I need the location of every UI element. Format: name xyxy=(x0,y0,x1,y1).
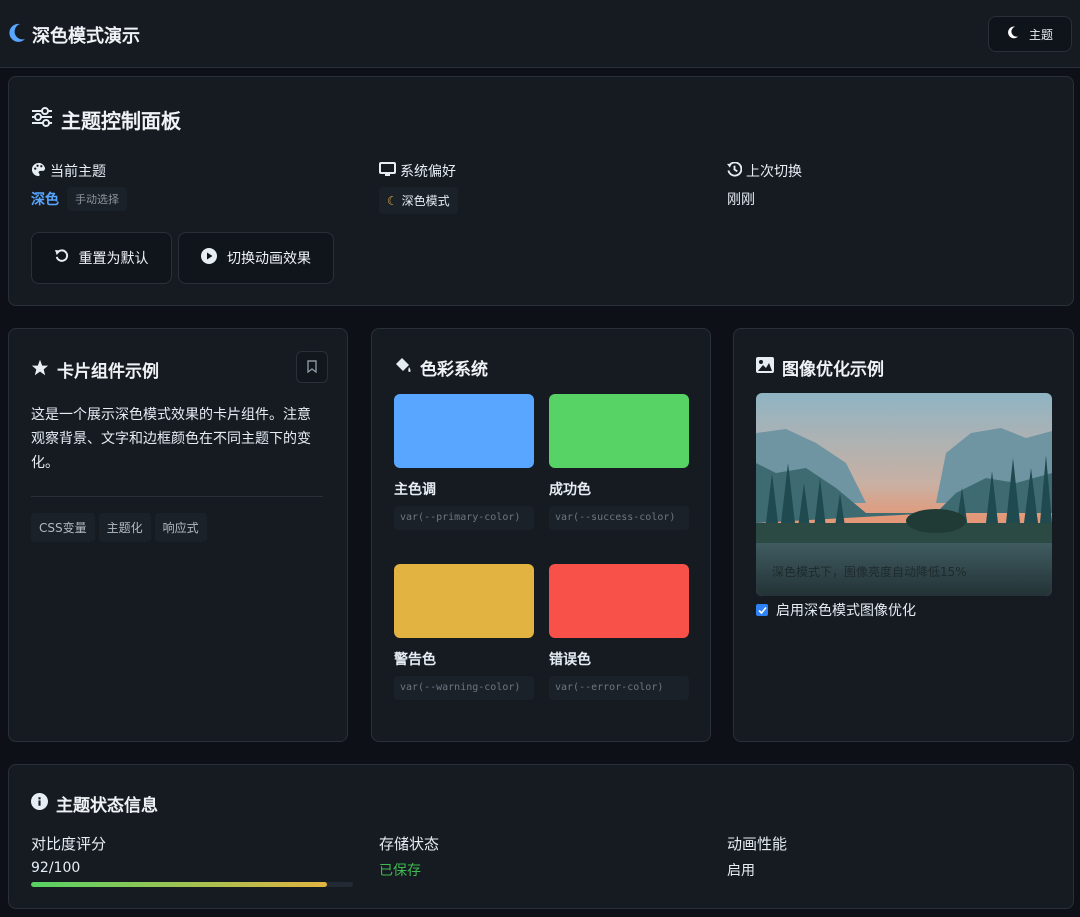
system-pref-label: 系统偏好 xyxy=(400,164,456,180)
animation-value: 启用 xyxy=(727,863,755,879)
tag-list: CSS变量 主题化 响应式 xyxy=(31,513,211,542)
swatch-error-code: var(--error-color) xyxy=(549,676,689,700)
animation-block: 动画性能 启用 xyxy=(727,833,787,880)
play-circle-icon xyxy=(201,248,217,268)
info-icon xyxy=(31,792,48,815)
swatch-primary-code: var(--primary-color) xyxy=(394,506,534,530)
moon-icon xyxy=(8,23,26,47)
control-panel-title: 主题控制面板 xyxy=(61,109,181,133)
swatch-error-name: 错误色 xyxy=(549,652,591,668)
image-icon xyxy=(756,357,774,378)
tag-css-variables: CSS变量 xyxy=(31,513,95,542)
swatch-warning-name: 警告色 xyxy=(394,652,436,668)
card-example-body: 这是一个展示深色模式效果的卡片组件。注意观察背景、文字和边框颜色在不同主题下的变… xyxy=(31,407,311,471)
history-icon xyxy=(727,161,743,181)
swatch-primary-name: 主色调 xyxy=(394,482,436,498)
card-example-title: 卡片组件示例 xyxy=(57,362,159,382)
storage-block: 存储状态 已保存 xyxy=(379,833,439,880)
current-theme-value: 深色 xyxy=(31,192,59,208)
undo-icon xyxy=(54,249,69,267)
system-pref-value: 深色模式 xyxy=(401,194,450,208)
swatch-success xyxy=(549,394,689,468)
system-pref-block: 系统偏好 ☾ 深色模式 xyxy=(379,161,458,214)
top-bar: 深色模式演示 主题 xyxy=(0,0,1080,68)
toggle-animation-button[interactable]: 切换动画效果 xyxy=(178,232,334,284)
image-caption: 深色模式下，图像亮度自动降低15% xyxy=(772,565,967,579)
divider xyxy=(31,496,323,497)
reset-default-button[interactable]: 重置为默认 xyxy=(31,232,172,284)
current-theme-label: 当前主题 xyxy=(50,164,106,180)
system-pref-badge: ☾ 深色模式 xyxy=(379,187,458,214)
status-title: 主题状态信息 xyxy=(56,796,158,816)
moon-icon xyxy=(1007,26,1019,42)
star-icon xyxy=(31,359,49,381)
image-optimization-label: 启用深色模式图像优化 xyxy=(776,603,916,619)
sliders-icon xyxy=(31,107,53,132)
paint-bucket-icon xyxy=(394,356,412,379)
status-header: 主题状态信息 xyxy=(31,791,158,816)
monitor-icon xyxy=(379,161,396,181)
current-theme-block: 当前主题 深色 手动选择 xyxy=(31,161,127,211)
control-panel-header: 主题控制面板 xyxy=(31,105,181,134)
palette-icon xyxy=(31,162,46,181)
theme-button-label: 主题 xyxy=(1028,27,1053,42)
toggle-animation-label: 切换动画效果 xyxy=(227,251,311,267)
brand: 深色模式演示 xyxy=(8,22,140,48)
color-system-header: 色彩系统 xyxy=(394,355,488,380)
bookmark-button[interactable] xyxy=(296,351,328,383)
storage-label: 存储状态 xyxy=(379,835,440,853)
color-system-card: 色彩系统 主色调 var(--primary-color) 成功色 var(--… xyxy=(371,328,711,742)
card-example: 卡片组件示例 这是一个展示深色模式效果的卡片组件。注意观察背景、文字和边框颜色在… xyxy=(8,328,348,742)
bookmark-icon xyxy=(307,358,317,377)
control-panel: 主题控制面板 当前主题 深色 手动选择 系统偏好 ☾ 深色模式 上次切换 刚刚 … xyxy=(8,76,1074,306)
last-switch-label: 上次切换 xyxy=(746,164,802,180)
last-switch-block: 上次切换 刚刚 xyxy=(727,161,802,209)
image-example-header: 图像优化示例 xyxy=(756,355,884,380)
landscape-image: 深色模式下，图像亮度自动降低15% xyxy=(756,393,1052,596)
theme-source-badge: 手动选择 xyxy=(67,187,127,211)
app-title: 深色模式演示 xyxy=(32,26,140,47)
swatch-warning xyxy=(394,564,534,638)
tag-responsive: 响应式 xyxy=(154,513,207,542)
image-optimization-option[interactable]: 启用深色模式图像优化 xyxy=(756,600,916,620)
theme-toggle-button[interactable]: 主题 xyxy=(988,16,1072,52)
tag-theming: 主题化 xyxy=(98,513,151,542)
contrast-value: 92/100 xyxy=(31,860,81,876)
contrast-progress-track xyxy=(31,882,353,887)
image-example-card: 图像优化示例 深色模式下，图像亮度自动降低15% 启用深色模式图像优化 xyxy=(733,328,1074,742)
crescent-moon-icon: ☾ xyxy=(387,194,398,208)
color-system-title: 色彩系统 xyxy=(420,360,488,380)
last-switch-value: 刚刚 xyxy=(727,192,755,208)
contrast-progress-fill xyxy=(31,882,328,887)
swatch-success-name: 成功色 xyxy=(549,482,591,498)
image-optimization-checkbox[interactable] xyxy=(756,604,768,616)
animation-label: 动画性能 xyxy=(727,835,788,853)
swatch-warning-code: var(--warning-color) xyxy=(394,676,534,700)
contrast-label: 对比度评分 xyxy=(31,835,107,853)
swatch-success-code: var(--success-color) xyxy=(549,506,689,530)
theme-status-card: 主题状态信息 对比度评分 92/100 存储状态 已保存 动画性能 启用 xyxy=(8,764,1074,909)
image-example-title: 图像优化示例 xyxy=(782,360,884,380)
contrast-block: 对比度评分 92/100 xyxy=(31,833,353,887)
card-example-header: 卡片组件示例 xyxy=(31,357,159,382)
swatch-error xyxy=(549,564,689,638)
swatch-primary xyxy=(394,394,534,468)
storage-value: 已保存 xyxy=(379,863,421,879)
reset-button-label: 重置为默认 xyxy=(78,251,149,267)
